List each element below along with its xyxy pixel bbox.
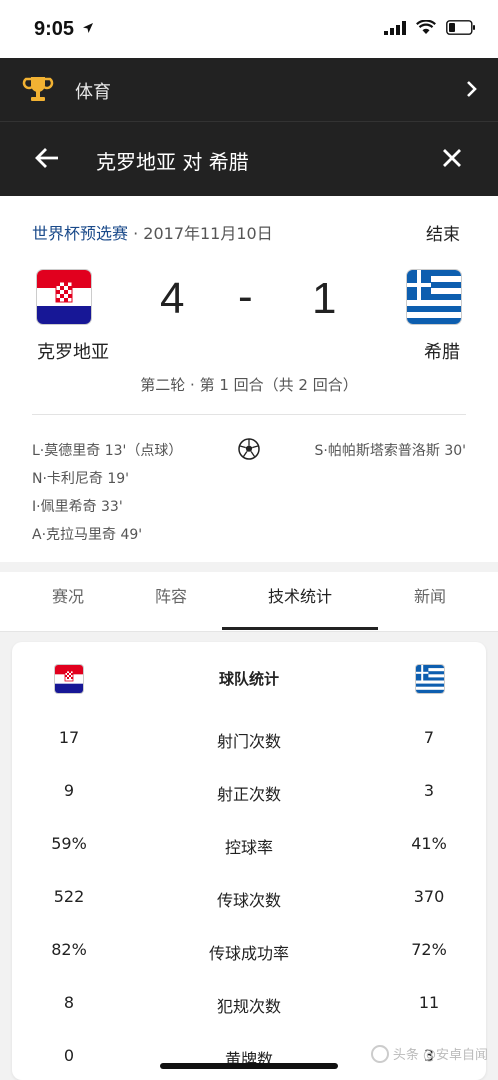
competition-link[interactable]: 世界杯预选赛 — [32, 224, 128, 243]
tab-news[interactable]: 新闻 — [375, 572, 485, 632]
greece-flag-icon[interactable] — [407, 270, 461, 324]
match-date: · 2017年11月10日 — [133, 224, 273, 243]
battery-icon — [446, 20, 475, 35]
match-status: 结束 — [426, 225, 460, 245]
stat-label: 控球率 — [224, 838, 273, 857]
away-stat-value: 11 — [418, 993, 440, 1012]
away-stat-value: 72% — [411, 940, 447, 959]
away-stat-value: 370 — [413, 887, 445, 906]
competition-row: 世界杯预选赛 · 2017年11月10日 — [32, 220, 273, 244]
home-score: 4 — [160, 274, 185, 323]
home-stat-value: 59% — [51, 834, 87, 853]
away-score: 1 — [312, 274, 337, 323]
stat-label: 传球次数 — [216, 891, 281, 910]
home-team-name[interactable]: 克罗地亚 — [37, 338, 109, 364]
soccer-ball-icon — [238, 438, 260, 460]
stat-label: 犯规次数 — [216, 997, 281, 1016]
tab-stats[interactable]: 技术统计 — [245, 572, 355, 632]
stat-row: 59% 控球率 41% — [0, 834, 498, 864]
close-icon[interactable] — [442, 148, 462, 168]
watermark: 头条 @安卓自闻 — [370, 1044, 488, 1063]
stat-label: 传球成功率 — [208, 944, 289, 963]
signal-icon — [384, 20, 406, 35]
croatia-flag-icon[interactable] — [37, 270, 91, 324]
trophy-icon — [22, 77, 54, 101]
back-arrow-icon[interactable] — [34, 146, 60, 170]
score-separator: - — [238, 272, 253, 321]
away-team-name[interactable]: 希腊 — [424, 338, 460, 364]
search-query[interactable]: 克罗地亚 对 希腊 — [96, 146, 249, 175]
away-stat-value: 7 — [423, 728, 435, 747]
watermark-text: 头条 @安卓自闻 — [392, 1048, 488, 1063]
home-scorer: L·莫德里奇 13'（点球） — [32, 443, 183, 459]
tab-bar: 赛况 阵容 技术统计 新闻 — [0, 572, 498, 632]
home-stat-value: 17 — [58, 728, 80, 747]
search-bar[interactable]: 克罗地亚 对 希腊 — [0, 122, 498, 196]
status-indicators — [384, 20, 476, 35]
chevron-right-icon[interactable] — [466, 80, 478, 98]
home-stat-value: 0 — [63, 1046, 75, 1065]
away-scorer: S·帕帕斯塔索普洛斯 30' — [314, 443, 466, 459]
stat-row: 8 犯规次数 11 — [0, 993, 498, 1023]
stat-row: 82% 传球成功率 72% — [0, 940, 498, 970]
app-header: 体育 克罗地亚 对 希腊 — [0, 58, 498, 196]
greece-flag-icon — [416, 665, 444, 693]
active-tab-indicator — [222, 627, 378, 630]
home-scorer: A·克拉马里奇 49' — [32, 527, 143, 543]
home-stat-value: 82% — [51, 940, 87, 959]
stat-row: 522 传球次数 370 — [0, 887, 498, 917]
home-stat-value: 8 — [63, 993, 75, 1012]
location-arrow-icon — [83, 23, 93, 33]
category-row[interactable]: 体育 — [0, 58, 498, 122]
wifi-icon — [416, 20, 436, 34]
home-scorer: I·佩里希奇 33' — [32, 499, 123, 515]
section-separator — [0, 562, 498, 572]
category-label: 体育 — [75, 82, 111, 103]
status-time: 9:05 — [34, 18, 75, 40]
stat-label: 射门次数 — [216, 732, 281, 751]
stat-row: 17 射门次数 7 — [0, 728, 498, 758]
away-stat-value: 41% — [411, 834, 447, 853]
round-info: 第二轮 · 第 1 回合（共 2 回合） — [140, 376, 358, 394]
stat-label: 射正次数 — [216, 785, 281, 804]
home-stat-value: 522 — [53, 887, 85, 906]
home-scorer: N·卡利尼奇 19' — [32, 471, 130, 487]
watermark-logo-icon — [370, 1044, 389, 1063]
status-bar: 9:05 — [0, 0, 498, 58]
home-indicator[interactable] — [160, 1063, 338, 1069]
away-stat-value: 3 — [423, 781, 435, 800]
tab-lineups[interactable]: 阵容 — [116, 572, 226, 632]
stat-row: 9 射正次数 3 — [0, 781, 498, 811]
tab-match-summary[interactable]: 赛况 — [13, 572, 123, 632]
divider — [32, 414, 466, 415]
home-stat-value: 9 — [63, 781, 75, 800]
